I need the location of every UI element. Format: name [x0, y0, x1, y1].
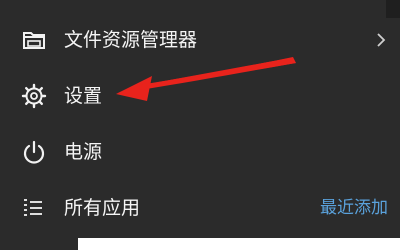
- recently-added-link[interactable]: 最近添加: [320, 195, 388, 221]
- menu-item-power[interactable]: 电源: [0, 130, 400, 174]
- menu-item-label: 文件资源管理器: [64, 29, 198, 51]
- menu-item-label: 所有应用: [64, 197, 141, 219]
- gear-icon: [20, 82, 48, 110]
- bottom-panel-edge: [78, 238, 400, 250]
- folder-explorer-icon: [20, 26, 48, 54]
- power-icon: [20, 138, 48, 166]
- chevron-right-icon[interactable]: [376, 32, 386, 48]
- menu-item-all-apps[interactable]: 所有应用 最近添加: [0, 186, 400, 230]
- window-corner: [386, 0, 400, 18]
- menu-item-label: 电源: [64, 141, 103, 163]
- menu-item-file-explorer[interactable]: 文件资源管理器: [0, 18, 400, 62]
- menu-item-label: 设置: [64, 85, 103, 107]
- menu-item-settings[interactable]: 设置: [0, 74, 400, 118]
- start-menu: 文件资源管理器 设置 电源 所有应用 最近添加: [0, 0, 400, 250]
- list-icon: [20, 194, 48, 222]
